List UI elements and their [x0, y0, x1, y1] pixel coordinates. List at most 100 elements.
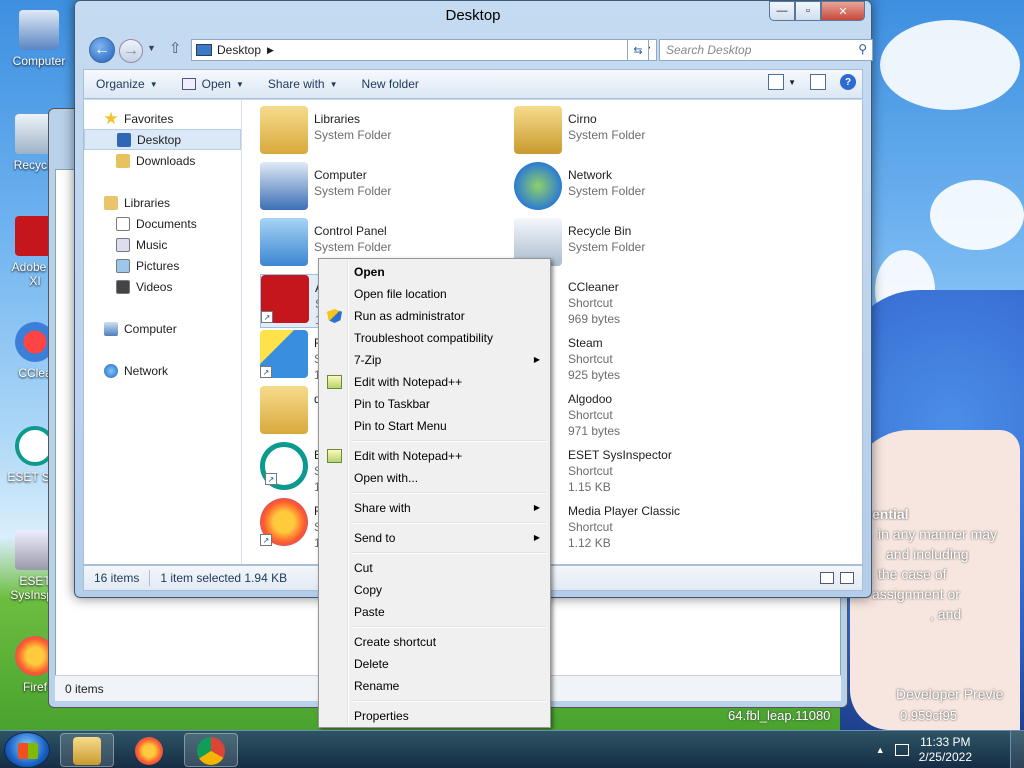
file-type: Shortcut	[568, 296, 613, 310]
refresh-button[interactable]: ⇆	[627, 39, 649, 61]
nav-label: Network	[124, 363, 169, 378]
menu-item-share-with[interactable]: Share with ▶	[321, 497, 548, 519]
menu-item-open-with[interactable]: Open with...	[321, 467, 548, 489]
organize-button[interactable]: Organize ▼	[84, 77, 170, 91]
file-item-algodoo[interactable]: Algodoo Shortcut 971 bytes	[514, 386, 764, 440]
file-item-eset-sysinspector[interactable]: ESET SysInspector Shortcut 1.15 KB	[514, 442, 764, 496]
clock-date: 2/25/2022	[918, 750, 972, 764]
address-bar[interactable]: Desktop ▶ ▼	[191, 39, 657, 61]
menu-separator	[321, 489, 548, 497]
open-button[interactable]: Open ▼	[170, 77, 256, 91]
navigation-bar: ← → ▼ ⇧ Desktop ▶ ▼ ⇆ Search Desktop ⚲	[83, 37, 873, 65]
help-icon[interactable]: ?	[840, 74, 856, 90]
menu-item-rename[interactable]: Rename	[321, 675, 548, 697]
file-item-libraries[interactable]: Libraries System Folder	[260, 106, 510, 160]
file-size: 925 bytes	[568, 368, 621, 382]
nav-desktop[interactable]: Desktop	[84, 129, 241, 150]
menu-item-copy[interactable]: Copy	[321, 579, 548, 601]
nav-documents[interactable]: Documents	[84, 213, 241, 234]
chevron-down-icon[interactable]: ▼	[788, 78, 796, 87]
menu-item-paste[interactable]: Paste	[321, 601, 548, 623]
minimize-button[interactable]: —	[769, 1, 795, 21]
menu-item-send-to[interactable]: Send to ▶	[321, 527, 548, 549]
file-item-ccleaner[interactable]: CCleaner Shortcut 969 bytes	[514, 274, 764, 328]
file-item-steam[interactable]: Steam Shortcut 925 bytes	[514, 330, 764, 384]
taskbar-explorer[interactable]	[60, 733, 114, 767]
large-icons-view-icon[interactable]	[840, 572, 854, 584]
address-text[interactable]: Desktop	[217, 43, 261, 57]
file-size: 1.15 KB	[568, 480, 611, 494]
menu-item-pin-taskbar[interactable]: Pin to Taskbar	[321, 393, 548, 415]
menu-item-create-shortcut[interactable]: Create shortcut	[321, 631, 548, 653]
show-hidden-icons-icon[interactable]: ▲	[876, 745, 885, 755]
maximize-button[interactable]: ▫	[795, 1, 821, 21]
desktop-icon-computer[interactable]: Computer	[4, 10, 74, 68]
nav-downloads[interactable]: Downloads	[84, 150, 241, 171]
menu-item-cut[interactable]: Cut	[321, 557, 548, 579]
menu-item-edit-notepad[interactable]: Edit with Notepad++	[321, 371, 548, 393]
file-type: System Folder	[568, 128, 646, 142]
start-button[interactable]	[4, 732, 50, 768]
back-button[interactable]: ←	[89, 37, 115, 63]
user-folder-icon	[514, 106, 562, 154]
command-bar: Organize ▼ Open ▼ Share with ▼ New folder ▼…	[83, 69, 863, 99]
network-status-icon[interactable]	[894, 744, 909, 756]
uac-shield-icon	[327, 309, 342, 323]
share-with-button[interactable]: Share with ▼	[256, 77, 350, 91]
close-button[interactable]: ✕	[821, 1, 865, 21]
nav-label: Computer	[124, 321, 177, 336]
menu-item-open[interactable]: Open	[321, 261, 548, 283]
recent-pages-dropdown-icon[interactable]: ▼	[147, 43, 156, 53]
computer-icon	[104, 321, 118, 336]
nav-network[interactable]: Network	[84, 360, 241, 381]
nav-music[interactable]: Music	[84, 234, 241, 255]
desktop-icon-label: ESET	[19, 574, 51, 588]
adobe-reader-icon: ↗	[261, 275, 309, 323]
file-item-computer[interactable]: Computer System Folder	[260, 162, 510, 216]
menu-item-edit-notepad-2[interactable]: Edit with Notepad++	[321, 445, 548, 467]
file-name: Recycle Bin	[568, 224, 632, 238]
nav-label: Favorites	[124, 111, 174, 126]
preview-pane-icon[interactable]	[810, 74, 826, 90]
wallpaper-text: the case of	[878, 566, 947, 582]
file-item-recycle-bin[interactable]: Recycle Bin System Folder	[514, 218, 764, 272]
file-item-cirno[interactable]: Cirno System Folder	[514, 106, 764, 160]
caption-buttons: — ▫ ✕	[769, 1, 865, 21]
menu-item-properties[interactable]: Properties	[321, 705, 548, 727]
nav-label: Videos	[136, 279, 173, 294]
music-icon	[116, 237, 130, 252]
change-view-icon[interactable]	[768, 74, 785, 90]
menu-item-7zip[interactable]: 7-Zip ▶	[321, 349, 548, 371]
chevron-right-icon[interactable]: ▶	[267, 45, 274, 56]
file-size: 969 bytes	[568, 312, 621, 326]
nav-videos[interactable]: Videos	[84, 276, 241, 297]
forward-button[interactable]: →	[119, 39, 143, 63]
menu-item-pin-start-menu[interactable]: Pin to Start Menu	[321, 415, 548, 437]
open-icon	[181, 78, 196, 90]
search-input[interactable]: Search Desktop ⚲	[659, 39, 873, 61]
up-arrow-icon[interactable]: ⇧	[169, 39, 182, 57]
file-type: System Folder	[568, 240, 646, 254]
file-item-network[interactable]: Network System Folder	[514, 162, 764, 216]
firefox-icon: ↗	[260, 498, 308, 546]
search-icon[interactable]: ⚲	[858, 42, 867, 56]
details-view-icon[interactable]	[820, 572, 834, 584]
menu-label: Send to	[354, 531, 396, 545]
new-folder-button[interactable]: New folder	[350, 77, 431, 91]
file-item-media-player-classic[interactable]: Media Player Classic Shortcut 1.12 KB	[514, 498, 764, 552]
clock[interactable]: 11:33 PM 2/25/2022	[919, 735, 972, 765]
network-icon	[104, 363, 118, 378]
nav-libraries[interactable]: Libraries	[84, 192, 241, 213]
nav-computer[interactable]: Computer	[84, 318, 241, 339]
menu-item-delete[interactable]: Delete	[321, 653, 548, 675]
nav-pictures[interactable]: Pictures	[84, 255, 241, 276]
show-desktop-button[interactable]	[1010, 731, 1024, 768]
menu-item-troubleshoot[interactable]: Troubleshoot compatibility	[321, 327, 548, 349]
menu-item-run-as-administrator[interactable]: Run as administrator	[321, 305, 548, 327]
taskbar-firefox[interactable]	[122, 733, 176, 767]
taskbar-chrome[interactable]	[184, 733, 238, 767]
window-title: Desktop	[445, 7, 501, 24]
nav-favorites[interactable]: Favorites	[84, 108, 241, 129]
desktop-folder-icon	[196, 44, 212, 56]
menu-item-open-file-location[interactable]: Open file location	[321, 283, 548, 305]
